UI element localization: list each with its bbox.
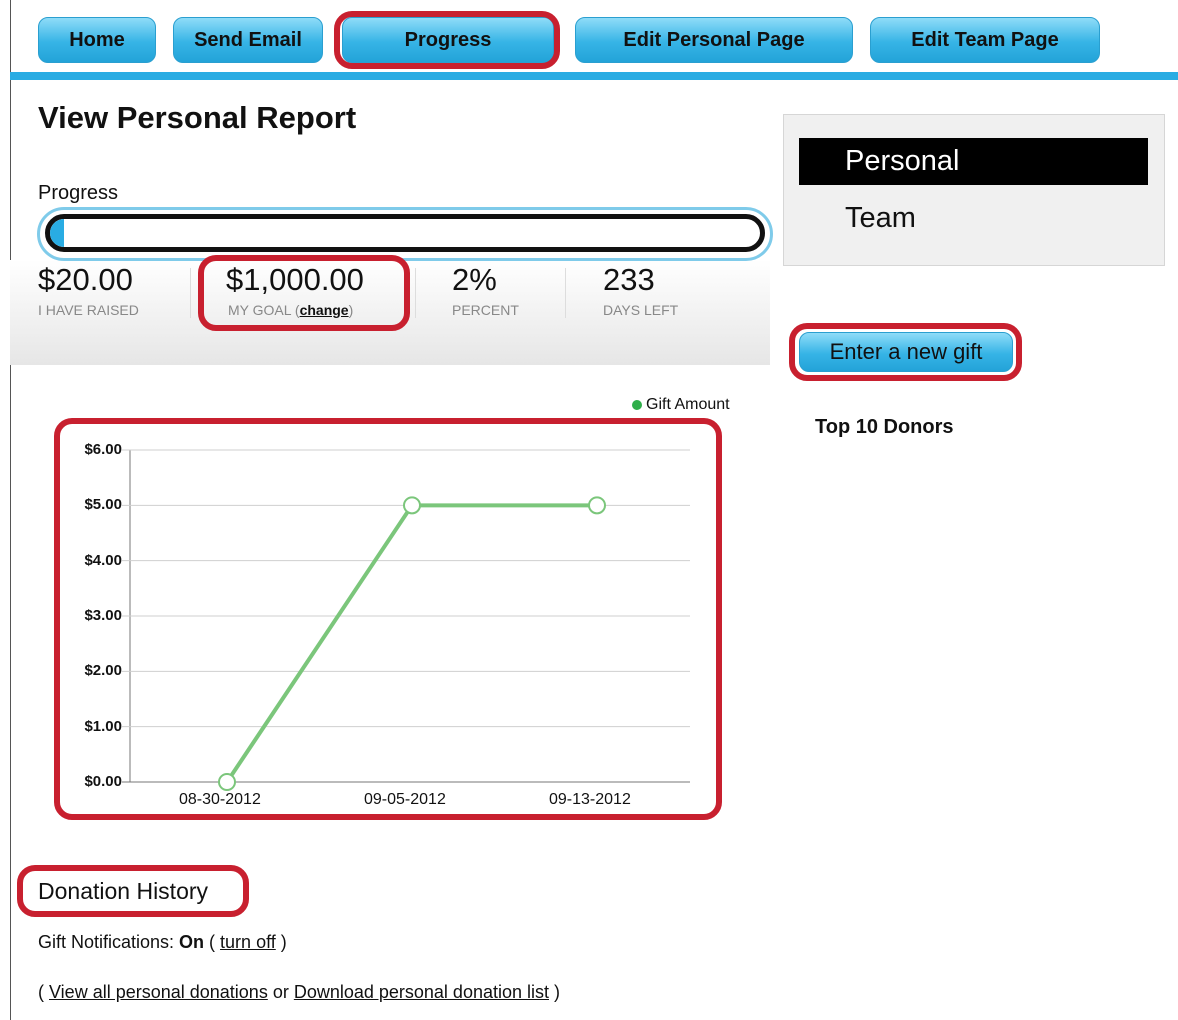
download-donation-list-link[interactable]: Download personal donation list — [294, 982, 549, 1002]
highlight-goal — [198, 255, 410, 331]
links-or: or — [267, 982, 294, 1002]
notif-open: ( — [204, 932, 221, 952]
turn-off-notifications-link[interactable]: turn off — [220, 932, 276, 952]
view-all-donations-link[interactable]: View all personal donations — [49, 982, 268, 1002]
highlight-gift-button — [789, 323, 1022, 381]
links-close: ) — [549, 982, 560, 1002]
highlight-chart — [54, 418, 722, 820]
highlight-progress-tab — [334, 11, 560, 69]
donation-links: ( View all personal donations or Downloa… — [38, 982, 560, 1003]
links-open: ( — [38, 982, 49, 1002]
notif-state: On — [179, 932, 205, 952]
notif-close: ) — [275, 932, 287, 952]
gift-notifications: Gift Notifications: On ( turn off ) — [38, 932, 287, 953]
notif-prefix: Gift Notifications: — [38, 932, 180, 952]
highlight-donation-history — [17, 865, 249, 917]
